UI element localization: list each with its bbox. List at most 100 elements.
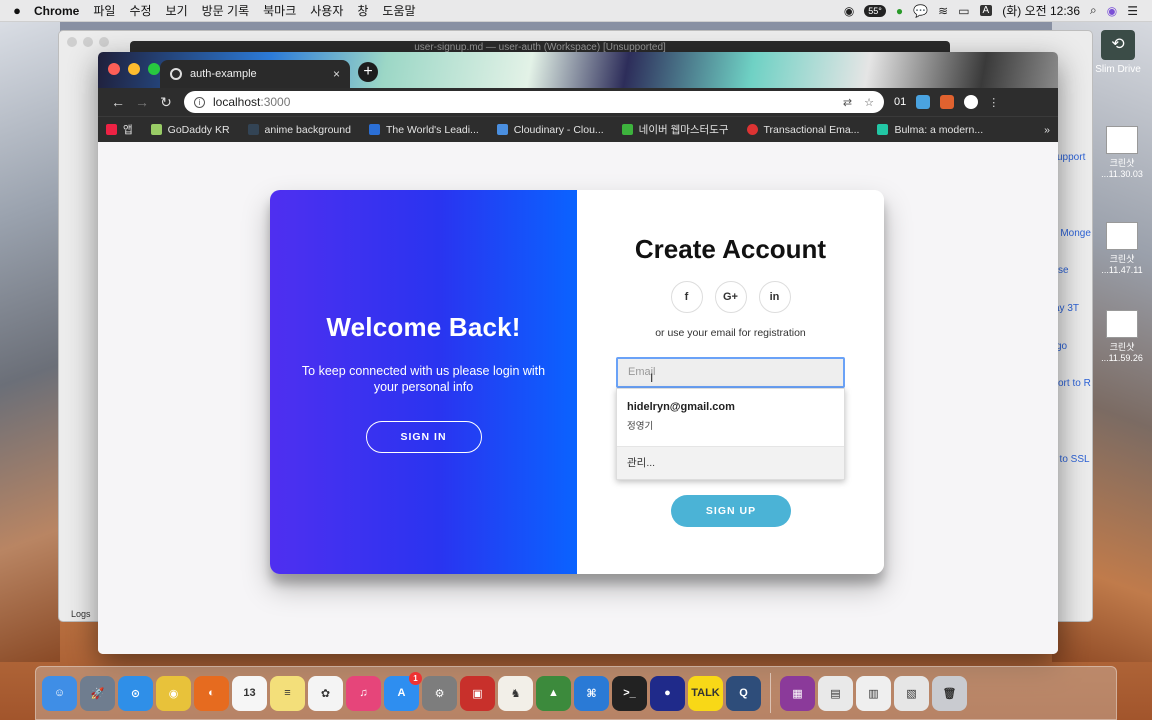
tab-auth-example[interactable]: auth-example × [160,60,350,88]
screenshot-1-icon[interactable]: ▦ [780,675,815,711]
green-status-icon[interactable]: ● [896,4,903,18]
vscode-icon[interactable]: ⌘ [574,675,609,711]
bookmark-item[interactable]: Bulma: a modern... [877,124,983,136]
more-menu-icon[interactable]: ⋮ [988,96,999,109]
quicktime-icon[interactable]: Q [726,675,761,711]
desktop-file[interactable]: 크린샷 ...11.30.03 [1092,126,1152,179]
screenshot-2-icon[interactable]: ▤ [818,675,853,711]
back-icon[interactable]: ← [106,94,130,110]
drive-label: Slim Drive [1095,64,1141,75]
linkedin-icon[interactable]: in [758,281,791,313]
close-window-button[interactable] [108,63,120,75]
profile-avatar[interactable] [964,95,979,109]
wifi-icon[interactable]: ≋ [938,4,948,18]
bookmark-apps[interactable]: 앱 [106,122,133,137]
extensions: 01 ⋮ [894,95,999,109]
menu-people[interactable]: 사용자 [310,2,343,19]
bookmark-item[interactable]: Cloudinary - Clou... [496,124,604,136]
drive-icon[interactable]: ⟲ Slim Drive [1088,30,1148,75]
new-tab-button[interactable]: + [358,62,378,82]
browser-toolbar: ← → ↻ i localhost:3000 ⇄ ☆ 01 ⋮ [98,88,1058,116]
autofill-name: 정영기 [627,421,654,432]
close-tab-icon[interactable]: × [333,67,340,81]
desktop-file[interactable]: 크린샷 ...11.47.11 [1092,222,1152,275]
record-icon[interactable]: ◉ [844,4,854,18]
desktop-file[interactable]: 크린샷 ...11.59.26 [1092,310,1152,363]
moon-icon[interactable]: ● [650,675,685,711]
trash-icon[interactable]: 🗑 [932,675,967,711]
google-plus-icon[interactable]: G+ [714,281,747,313]
facebook-icon[interactable]: f [670,281,703,313]
extension-icon[interactable] [940,95,955,109]
social-buttons: f G+ in [577,281,884,313]
safari-icon[interactable]: ⊙ [118,675,153,711]
minimize-window-button[interactable] [128,63,140,75]
file-label: 크린샷 ...11.59.26 [1101,342,1143,363]
clock[interactable]: (화) 오전 12:36 [1002,2,1080,19]
app-menu[interactable]: Chrome [34,4,79,18]
autofill-manage[interactable]: 관리... [617,447,844,479]
menu-help[interactable]: 도움말 [382,2,415,19]
email-input[interactable]: Email I [616,357,845,388]
tab-strip: auth-example × + [98,52,1058,88]
bookmark-item[interactable]: Transactional Ema... [746,124,859,136]
bookmark-item[interactable]: anime background [247,124,351,136]
firefox-icon[interactable]: ◐ [194,675,229,711]
extension-badge[interactable]: 01 [894,96,906,108]
bookmark-item[interactable]: 네이버 웹마스터도구 [621,122,729,137]
translate-icon[interactable]: ⇄ [843,96,852,109]
sequel-icon[interactable]: ♞ [498,675,533,711]
redis-icon[interactable]: ▣ [460,675,495,711]
logs-label[interactable]: Logs [71,609,91,619]
terminal-icon[interactable]: >_ [612,675,647,711]
status-area: ◉ 55° ● 💬 ≋ ▭ A (화) 오전 12:36 ⌕ ◉ ☰ [844,2,1152,19]
menu-history[interactable]: 방문 기록 [202,2,250,19]
menu-view[interactable]: 보기 [166,2,188,19]
spotlight-icon[interactable]: ⌕ [1090,3,1097,18]
finder-icon[interactable]: ☺ [42,675,77,711]
overlay-panel: Welcome Back! To keep connected with us … [270,190,577,574]
notes-icon[interactable]: ≡ [270,675,305,711]
autofill-suggestion[interactable]: hidelryn@gmail.com 정영기 [617,389,844,447]
extension-icon[interactable] [916,95,931,109]
menu-bookmarks[interactable]: 북마크 [263,2,296,19]
auth-card: Welcome Back! To keep connected with us … [270,190,884,574]
kakaotalk-icon[interactable]: TALK [688,675,723,711]
temperature-badge[interactable]: 55° [864,4,886,17]
forward-icon[interactable]: → [130,94,154,110]
notification-center-icon[interactable]: ☰ [1127,4,1138,18]
background-window-controls [67,37,109,47]
input-source-icon[interactable]: A [979,5,993,16]
zoom-window-button[interactable] [148,63,160,75]
bookmark-star-icon[interactable]: ☆ [864,96,874,109]
screenshot-4-icon[interactable]: ▧ [894,675,929,711]
file-thumbnail [1106,310,1138,338]
robo-icon[interactable]: ▲ [536,675,571,711]
file-label: 크린샷 ...11.30.03 [1101,158,1143,179]
siri-icon[interactable]: ◉ [1107,4,1117,18]
sign-in-button[interactable]: SIGN IN [365,421,482,453]
page-content: Welcome Back! To keep connected with us … [98,142,1058,654]
app-store-icon[interactable]: A1 [384,671,422,711]
bookmark-item[interactable]: GoDaddy KR [150,124,230,136]
launchpad-icon[interactable]: 🚀 [80,675,115,711]
chat-icon[interactable]: 💬 [913,4,928,18]
side-link: se [1058,265,1069,276]
menu-edit[interactable]: 수정 [129,2,151,19]
info-icon[interactable]: i [194,96,205,108]
bookmarks-overflow-icon[interactable]: » [1044,124,1050,136]
bookmark-item[interactable]: The World's Leadi... [368,124,479,136]
reload-icon[interactable]: ↻ [154,94,178,111]
menu-window[interactable]: 창 [357,2,368,19]
apple-menu-icon[interactable]: ● [0,3,34,18]
chrome-icon[interactable]: ◉ [156,675,191,711]
menu-file[interactable]: 파일 [93,2,115,19]
system-preferences-icon[interactable]: ⚙ [422,675,457,711]
address-bar[interactable]: i localhost:3000 ⇄ ☆ [184,91,884,113]
screenshot-3-icon[interactable]: ▥ [856,675,891,711]
sign-up-button[interactable]: SIGN UP [671,495,791,527]
itunes-icon[interactable]: ♫ [346,675,381,711]
battery-icon[interactable]: ▭ [958,4,969,18]
photos-icon[interactable]: ✿ [308,675,343,711]
calendar-icon[interactable]: 13 [232,675,267,711]
